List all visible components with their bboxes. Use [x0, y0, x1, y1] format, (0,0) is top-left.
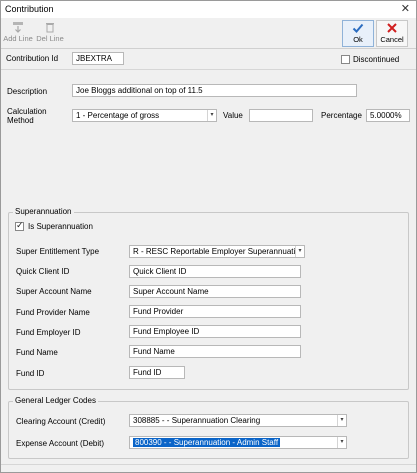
clearing-account-dropdown[interactable]: 308885 - - Superannuation Clearing ▾	[129, 414, 347, 427]
cancel-x-icon	[387, 23, 397, 33]
chevron-down-icon: ▾	[295, 246, 304, 257]
expense-account-dropdown[interactable]: 800390 - - Superannuation - Admin Staff …	[129, 436, 347, 449]
ok-button[interactable]: Ok	[342, 20, 374, 47]
percentage-label: Percentage	[321, 111, 362, 120]
header-divider	[1, 69, 416, 70]
fund-provider-name-label: Fund Provider Name	[16, 308, 90, 317]
contribution-id-label: Contribution Id	[6, 54, 59, 63]
fund-name-label: Fund Name	[16, 348, 58, 357]
checkmark-icon	[352, 23, 364, 33]
title-bar: Contribution ✕	[1, 1, 416, 18]
value-label: Value	[223, 111, 243, 120]
super-entitlement-type-label: Super Entitlement Type	[16, 247, 100, 256]
fund-employer-id-field[interactable]: Fund Employee ID	[129, 325, 301, 338]
description-label: Description	[7, 87, 48, 96]
discontinued-checkbox[interactable]	[341, 55, 350, 64]
discontinued-label: Discontinued	[353, 55, 400, 64]
chevron-down-icon: ▾	[207, 110, 216, 121]
contribution-dialog: Contribution ✕ Add Line Del Line Ok Canc…	[0, 0, 417, 473]
del-line-label: Del Line	[36, 34, 64, 43]
general-ledger-codes-group: General Ledger Codes	[8, 396, 409, 459]
add-line-icon	[13, 22, 23, 33]
cancel-button[interactable]: Cancel	[376, 20, 408, 47]
add-line-label: Add Line	[3, 34, 33, 43]
expense-account-label: Expense Account (Debit)	[16, 439, 105, 448]
clearing-account-label: Clearing Account (Credit)	[16, 417, 106, 426]
superannuation-group: Superannuation	[8, 207, 409, 390]
super-entitlement-type-dropdown[interactable]: R - RESC Reportable Employer Superannuat…	[129, 245, 305, 258]
fund-id-label: Fund ID	[16, 369, 45, 378]
fund-provider-name-field[interactable]: Fund Provider	[129, 305, 301, 318]
toolbar: Add Line Del Line Ok Cancel	[1, 18, 416, 49]
super-entitlement-type-value: R - RESC Reportable Employer Superannuat…	[133, 247, 305, 256]
chevron-down-icon: ▾	[337, 437, 346, 448]
chevron-down-icon: ▾	[337, 415, 346, 426]
general-ledger-codes-title: General Ledger Codes	[13, 396, 98, 405]
superannuation-group-title: Superannuation	[13, 207, 74, 216]
close-icon[interactable]: ✕	[401, 2, 410, 15]
footer-divider	[1, 464, 416, 465]
description-field[interactable]: Joe Bloggs additional on top of 11.5	[72, 84, 357, 97]
trash-icon	[46, 23, 54, 33]
fund-employer-id-label: Fund Employer ID	[16, 328, 81, 337]
del-line-button[interactable]: Del Line	[34, 20, 66, 47]
value-field[interactable]	[249, 109, 313, 122]
fund-name-field[interactable]: Fund Name	[129, 345, 301, 358]
calculation-method-dropdown[interactable]: 1 - Percentage of gross ▾	[72, 109, 217, 122]
is-superannuation-checkbox[interactable]	[15, 220, 24, 231]
fund-id-field[interactable]: Fund ID	[129, 366, 185, 379]
clearing-account-value: 308885 - - Superannuation Clearing	[133, 416, 261, 425]
cancel-label: Cancel	[380, 35, 404, 44]
super-account-name-field[interactable]: Super Account Name	[129, 285, 301, 298]
add-line-button[interactable]: Add Line	[2, 20, 34, 47]
expense-account-value: 800390 - - Superannuation - Admin Staff	[133, 438, 281, 447]
percentage-field[interactable]: 5.0000%	[366, 109, 410, 122]
super-account-name-label: Super Account Name	[16, 287, 92, 296]
calculation-method-value: 1 - Percentage of gross	[76, 111, 160, 120]
is-superannuation-label: Is Superannuation	[28, 222, 93, 231]
contribution-id-field[interactable]: JBEXTRA	[72, 52, 124, 65]
window-title: Contribution	[5, 4, 54, 14]
ok-label: Ok	[353, 35, 363, 44]
quick-client-id-label: Quick Client ID	[16, 267, 70, 276]
quick-client-id-field[interactable]: Quick Client ID	[129, 265, 301, 278]
calculation-method-label: Calculation Method	[7, 107, 47, 125]
